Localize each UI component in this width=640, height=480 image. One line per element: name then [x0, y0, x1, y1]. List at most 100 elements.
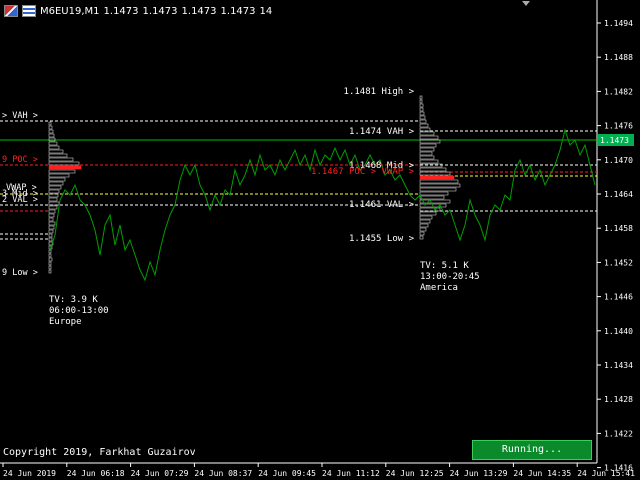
profile-bar [419, 175, 455, 180]
profile-bar [48, 205, 58, 210]
right-session-name: America [420, 283, 458, 293]
profile-bar [48, 141, 58, 146]
profile-bar [419, 143, 437, 148]
price-tick-label: 1.1464 [604, 190, 633, 199]
symbol-flag-icon-2 [22, 5, 36, 17]
price-tick-label: 1.1446 [604, 293, 633, 302]
profile-bar [419, 151, 433, 156]
right-session-info: TV: 5.1 K 13:00-20:45 America [420, 261, 480, 293]
time-tick-label: 24 Jun 2019 [3, 469, 56, 478]
price-chart[interactable]: 1.1494 1.1488 1.1482 1.1476 1.1470 1.1464 1.14… [0, 0, 640, 480]
profile-bar [419, 211, 437, 216]
profile-bar [419, 111, 425, 116]
profile-bar [419, 123, 429, 128]
right-volume-profile [419, 95, 461, 240]
profile-bar [48, 121, 52, 126]
right-low-label: 1.1455 Low > [349, 234, 415, 244]
profile-bar [48, 185, 62, 190]
price-tick-label: 1.1470 [604, 156, 633, 165]
profile-bar [48, 129, 54, 134]
profile-bar [48, 149, 64, 154]
profile-bar [419, 223, 429, 228]
profile-bar [48, 177, 66, 182]
profile-bar [48, 181, 64, 186]
status-running-button[interactable]: Running... [472, 440, 592, 460]
profile-bar [48, 161, 80, 166]
profile-bar [419, 95, 423, 100]
price-tick-label: 1.1476 [604, 122, 633, 131]
profile-bar [419, 103, 424, 108]
price-tick-label: 1.1440 [604, 327, 633, 336]
header-high: 1.1473 [142, 5, 178, 17]
profile-bar [419, 191, 449, 196]
profile-bar [48, 269, 52, 274]
profile-bar [48, 265, 52, 270]
profile-bar [48, 189, 60, 194]
profile-bar [48, 125, 53, 130]
profile-bar [48, 257, 53, 262]
profile-bar [48, 157, 74, 162]
time-tick-label: 24 Jun 11:12 [322, 469, 380, 478]
left-val-label: 2 VAL > [2, 195, 38, 205]
profile-bar [419, 199, 451, 204]
profile-bar [48, 197, 58, 202]
right-poc-label: 1.1467 POC > VWAP > [311, 167, 415, 177]
profile-bar [48, 153, 68, 158]
left-session-volume: TV: 3.9 K [49, 295, 98, 305]
profile-bar [419, 195, 445, 200]
chart-header: M6EU19,M1 1.1473 1.1473 1.1473 1.1473 14 [4, 4, 272, 18]
profile-bar [419, 119, 427, 124]
profile-bar [419, 107, 424, 112]
chart-collapse-arrow-icon[interactable] [522, 1, 530, 6]
profile-bar [419, 159, 439, 164]
right-session-hours: 13:00-20:45 [420, 272, 480, 282]
profile-bar [48, 169, 76, 174]
profile-bar [419, 235, 424, 240]
profile-bar [48, 253, 52, 258]
price-axis-ticks: 1.1494 1.1488 1.1482 1.1476 1.1470 1.1464 1.14… [597, 19, 633, 473]
profile-bar [419, 155, 435, 160]
profile-bar [48, 229, 54, 234]
profile-bar [419, 167, 447, 172]
profile-bar [48, 217, 54, 222]
profile-bar [419, 227, 427, 232]
left-poc-label: 9 POC > [2, 155, 38, 165]
price-tick-label: 1.1458 [604, 224, 633, 233]
copyright-text: Copyright 2019, Farkhat Guzairov [3, 447, 196, 458]
price-tick-label: 1.1422 [604, 429, 633, 438]
price-tick-label: 1.1482 [604, 87, 633, 96]
profile-bar [48, 145, 60, 150]
profile-bar [419, 135, 439, 140]
time-tick-label: 24 Jun 13:29 [450, 469, 508, 478]
profile-bar [48, 209, 56, 214]
profile-bar [419, 231, 425, 236]
left-session-name: Europe [49, 317, 82, 327]
left-session-info: TV: 3.9 K 06:00-13:00 Europe [49, 295, 109, 327]
header-volume: 14 [259, 5, 273, 17]
symbol-timeframe: M6EU19,M1 [40, 5, 100, 17]
right-high-label: 1.1481 High > [344, 87, 415, 97]
profile-bar [419, 147, 435, 152]
left-volume-profile [48, 121, 82, 274]
profile-bar [419, 115, 426, 120]
left-vah-label: > VAH > [2, 111, 38, 121]
profile-bar [419, 219, 431, 224]
profile-bar [48, 261, 52, 266]
profile-bar [419, 215, 433, 220]
right-session-volume: TV: 5.1 K [420, 261, 469, 271]
price-tick-label: 1.1428 [604, 395, 633, 404]
time-tick-label: 24 Jun 08:37 [194, 469, 252, 478]
left-session-labels: > VAH > 9 POC > VWAP > 3 Mid > 2 VAL > 9… [2, 111, 38, 278]
price-tick-label: 1.1494 [604, 19, 633, 28]
profile-bar [48, 225, 55, 230]
time-tick-label: 24 Jun 15:41 [577, 469, 635, 478]
profile-bar [48, 173, 70, 178]
current-price-tag: 1.1473 [600, 136, 629, 145]
profile-bar [419, 183, 461, 188]
profile-bar [48, 213, 55, 218]
profile-bar [419, 131, 435, 136]
right-val-label: 1.1461 VAL > [349, 200, 415, 210]
time-tick-label: 24 Jun 07:29 [131, 469, 189, 478]
header-bid: 1.1473 [103, 5, 139, 17]
profile-bar [419, 179, 459, 184]
